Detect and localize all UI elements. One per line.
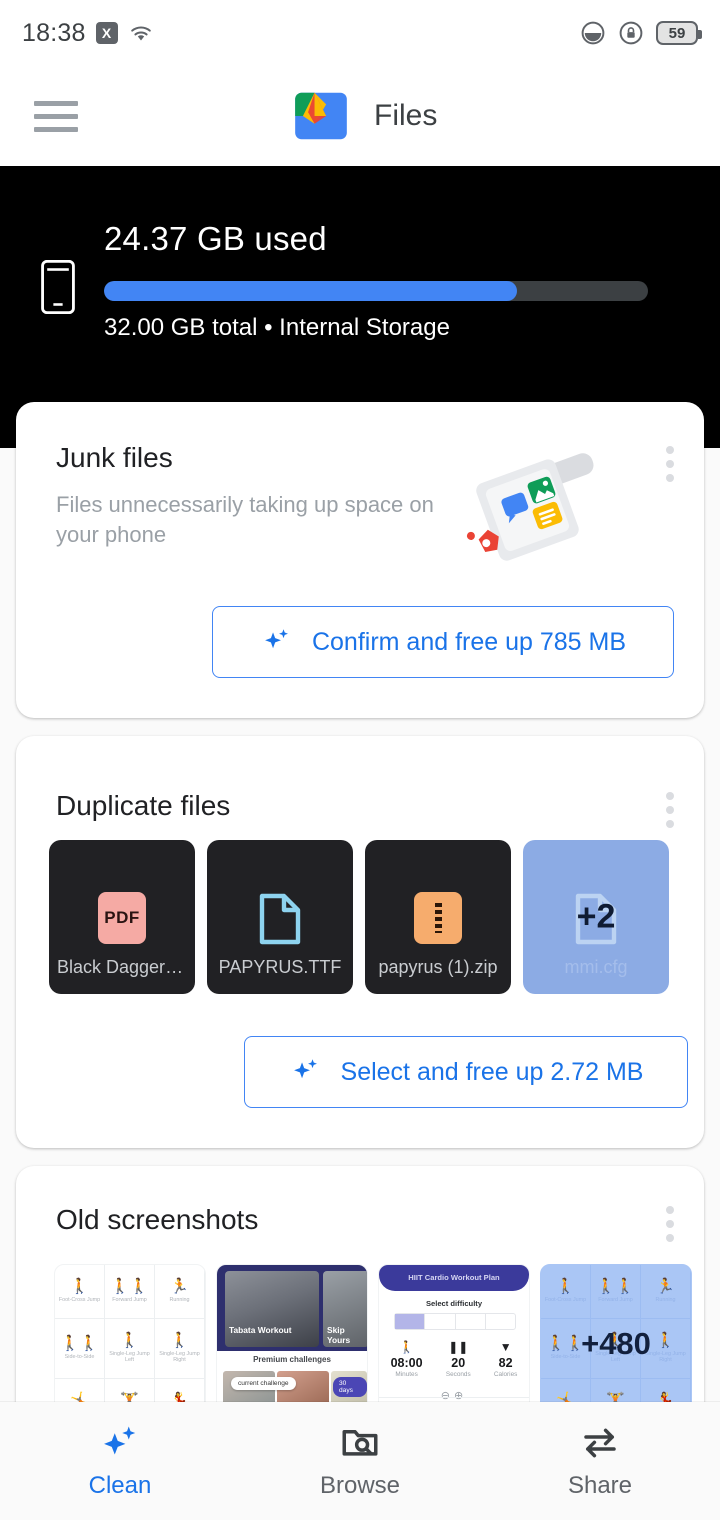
- tabata-days-pill: 30 days: [333, 1377, 367, 1397]
- sparkle-icon: [104, 1426, 136, 1455]
- junk-files-subtitle: Files unnecessarily taking up space on y…: [56, 492, 434, 547]
- hiit-stats: 🚶 08:00 Minutes ❚❚ 20 Seconds ▼ 82 Calor…: [379, 1341, 529, 1378]
- status-bar-right: 59: [580, 20, 702, 46]
- files-app-logo: [295, 92, 347, 140]
- app-bar: Files: [0, 66, 720, 166]
- junk-files-card[interactable]: Junk files Files unnecessarily taking up…: [16, 402, 704, 718]
- generic-document-icon: [258, 892, 302, 951]
- pdf-chip-label: PDF: [98, 892, 146, 944]
- flame-icon: ▼: [499, 1340, 512, 1354]
- old-screenshots-title: Old screenshots: [56, 1204, 259, 1235]
- old-screenshot-thumbnail[interactable]: Tabata Workout Skip Yours Premium challe…: [216, 1264, 368, 1424]
- nav-item-clean-label: Clean: [88, 1472, 152, 1499]
- nav-item-clean[interactable]: Clean: [0, 1402, 240, 1520]
- junk-files-title: Junk files: [56, 442, 173, 473]
- old-screenshots-overlay-count: +480: [581, 1326, 651, 1361]
- nav-item-share[interactable]: Share: [480, 1402, 720, 1520]
- app-brand: Files: [290, 85, 437, 147]
- hiit-stat-unit: Calories: [493, 1371, 518, 1378]
- battery-indicator: 59: [656, 21, 702, 45]
- x-app-icon: X: [95, 22, 118, 44]
- tabata-section-label: Premium challenges: [253, 1355, 331, 1364]
- storage-total-label: 32.00 GB total • Internal Storage: [104, 314, 450, 341]
- storage-progress-fill: [104, 281, 518, 301]
- exercise-label: Running: [655, 1297, 676, 1304]
- exercise-label: Single-Leg Jump Right: [159, 1350, 200, 1364]
- exercise-label: Foot-Cross Jump: [544, 1297, 587, 1304]
- exercise-label: Single-Leg Jump Left: [109, 1350, 150, 1364]
- app-title: Files: [374, 99, 438, 132]
- duplicate-file-tiles: PDF Black Dagger B... PAPYRUS.TTF papyru…: [49, 840, 669, 994]
- duplicate-file-tile[interactable]: PDF Black Dagger B...: [49, 840, 195, 994]
- sparkle-icon: [265, 629, 288, 649]
- duplicate-file-tile[interactable]: papyrus (1).zip: [365, 840, 511, 994]
- exercise-label: Side-to-Side: [550, 1353, 581, 1360]
- hiit-stat-value: 08:00: [390, 1356, 423, 1370]
- exercise-label: Forward Jump: [598, 1297, 633, 1304]
- duplicate-files-more-tile[interactable]: +2 mmi.cfg: [523, 840, 669, 994]
- junk-files-more-options-icon[interactable]: [666, 446, 674, 482]
- hiit-stat-value: 20: [451, 1356, 466, 1370]
- tabata-caption-2: Skip Yours: [327, 1325, 351, 1345]
- duplicate-files-overlay-count: +2: [576, 897, 616, 936]
- wifi-icon: [130, 26, 151, 41]
- person-walking-icon: 🚶: [399, 1340, 415, 1354]
- storage-progress-bar: [104, 281, 648, 301]
- tabata-caption: Tabata Workout: [229, 1325, 292, 1335]
- hiit-stat-value: 82: [498, 1356, 513, 1370]
- duplicate-files-card[interactable]: Duplicate files PDF Black Dagger B... PA…: [16, 736, 704, 1148]
- exercise-label: Side-to-Side: [64, 1353, 95, 1360]
- duplicate-files-more-options-icon[interactable]: [666, 792, 674, 828]
- pause-icon: ❚❚: [448, 1340, 469, 1354]
- nav-item-browse[interactable]: Browse: [240, 1402, 480, 1520]
- duplicate-files-select-button[interactable]: Select and free up 2.72 MB: [244, 1036, 688, 1108]
- duplicate-file-name: PAPYRUS.TTF: [218, 957, 342, 977]
- old-screenshots-more-tile[interactable]: 🚶 Foot-Cross Jump 🚶🚶 Forward Jump 🏃 Running…: [540, 1264, 692, 1424]
- files-app-screen: 18:38 X 59 Files 24.37 GB used 32.00 GB …: [0, 0, 720, 1520]
- exercise-label: Running: [169, 1297, 190, 1304]
- hiit-header: HIIT Cardio Workout Plan: [408, 1273, 500, 1282]
- old-screenshot-thumbnail[interactable]: 🚶 Foot-Cross Jump 🚶🚶 Forward Jump 🏃 Running…: [54, 1264, 206, 1424]
- share-transfer-icon: [584, 1428, 616, 1458]
- hiit-stat-unit: Minutes: [395, 1371, 418, 1378]
- duplicate-files-title: Duplicate files: [56, 790, 231, 821]
- folder-search-icon: [342, 1430, 378, 1456]
- hamburger-menu-icon[interactable]: [34, 100, 78, 132]
- phone-icon: [41, 260, 75, 314]
- storage-used-label: 24.37 GB used: [104, 220, 327, 257]
- junk-files-confirm-button[interactable]: Confirm and free up 785 MB: [212, 606, 674, 678]
- old-screenshot-thumbnails: 🚶 Foot-Cross Jump 🚶🚶 Forward Jump 🏃 Running…: [54, 1264, 692, 1424]
- status-bar-left: 18:38 X: [22, 19, 154, 48]
- nav-item-browse-label: Browse: [319, 1472, 401, 1499]
- zip-archive-icon: [414, 892, 462, 944]
- old-screenshot-thumbnail[interactable]: HIIT Cardio Workout Plan Select difficul…: [378, 1264, 530, 1424]
- hiit-difficulty-segments: [394, 1313, 516, 1330]
- status-bar: 18:38 X 59: [0, 0, 720, 66]
- dustpan-with-junk-files-illustration: [466, 453, 594, 561]
- duplicate-file-name: papyrus (1).zip: [378, 957, 498, 977]
- tabata-workout-screenshot: Tabata Workout Skip Yours Premium challe…: [217, 1265, 367, 1423]
- old-screenshots-more-options-icon[interactable]: [666, 1206, 674, 1242]
- dnd-icon: [581, 21, 605, 45]
- exercise-label: Forward Jump: [112, 1297, 147, 1304]
- hiit-plan-screenshot: HIIT Cardio Workout Plan Select difficul…: [379, 1265, 529, 1423]
- pdf-file-icon: PDF: [98, 892, 146, 944]
- duplicate-file-name: Black Dagger B...: [57, 957, 195, 977]
- sparkle-icon: [293, 1059, 317, 1079]
- status-bar-clock: 18:38: [22, 18, 86, 47]
- duplicate-files-select-label: Select and free up 2.72 MB: [340, 1057, 644, 1086]
- hiit-stat-unit: Seconds: [445, 1371, 471, 1378]
- exercise-label: Foot-Cross Jump: [58, 1297, 101, 1304]
- duplicate-file-name: mmi.cfg: [564, 957, 628, 977]
- duplicate-file-tile[interactable]: PAPYRUS.TTF: [207, 840, 353, 994]
- lock-rotation-icon: [619, 21, 643, 45]
- exercise-grid-screenshot: 🚶 Foot-Cross Jump 🚶🚶 Forward Jump 🏃 Running…: [55, 1265, 205, 1423]
- bottom-navigation-bar: Clean Browse Share: [0, 1402, 720, 1520]
- hiit-select-difficulty-label: Select difficulty: [425, 1299, 483, 1308]
- nav-item-share-label: Share: [567, 1472, 633, 1499]
- tabata-current-challenge-pill: current challenge: [231, 1377, 296, 1390]
- junk-files-confirm-label: Confirm and free up 785 MB: [311, 627, 627, 656]
